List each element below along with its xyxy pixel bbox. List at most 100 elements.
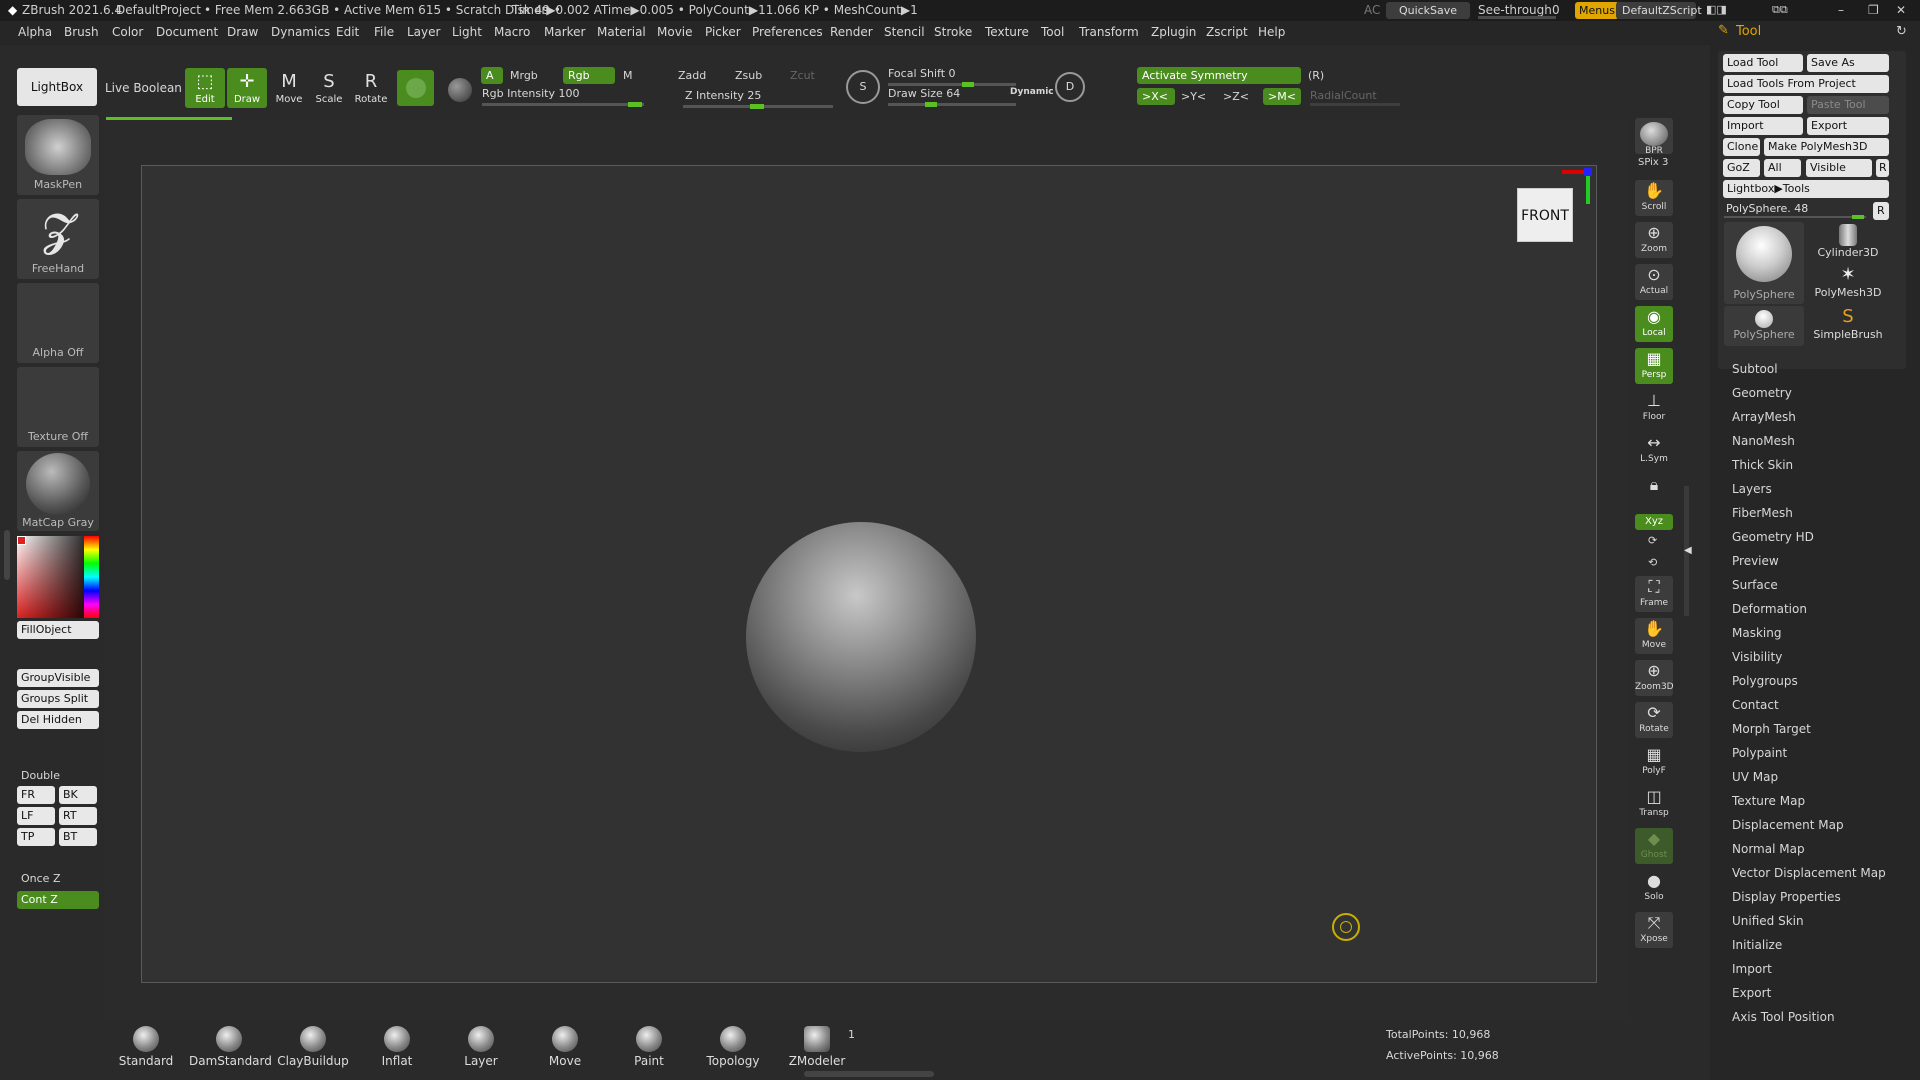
menu-zscript[interactable]: Zscript bbox=[1206, 25, 1248, 39]
subpalette-fibermesh[interactable]: FiberMesh bbox=[1732, 506, 1793, 520]
rotate-mode-button[interactable]: R Rotate bbox=[351, 68, 391, 108]
freehand-stroke-slot[interactable]: 𝓩 FreeHand bbox=[17, 199, 99, 279]
bt-button[interactable]: BT bbox=[59, 828, 97, 846]
xyz-button[interactable]: Xyz bbox=[1635, 514, 1673, 530]
lsym-button[interactable]: ↔ L.Sym bbox=[1635, 432, 1673, 468]
menu-edit[interactable]: Edit bbox=[336, 25, 359, 39]
export-button[interactable]: Export bbox=[1807, 117, 1889, 135]
subpalette-deformation[interactable]: Deformation bbox=[1732, 602, 1807, 616]
subpalette-unified-skin[interactable]: Unified Skin bbox=[1732, 914, 1804, 928]
solo-button[interactable]: ● Solo bbox=[1635, 870, 1673, 906]
material-green-button[interactable] bbox=[397, 70, 434, 106]
menu-document[interactable]: Document bbox=[156, 25, 218, 39]
groups-split-button[interactable]: Groups Split bbox=[17, 690, 99, 708]
subpalette-subtool[interactable]: Subtool bbox=[1732, 362, 1778, 376]
zcut-button[interactable]: Zcut bbox=[790, 69, 815, 82]
maskpen-brush-slot[interactable]: MaskPen bbox=[17, 115, 99, 195]
menus-button[interactable]: Menus bbox=[1575, 2, 1619, 19]
paste-tool-button[interactable]: Paste Tool bbox=[1807, 96, 1889, 114]
menu-file[interactable]: File bbox=[374, 25, 394, 39]
subpalette-preview[interactable]: Preview bbox=[1732, 554, 1779, 568]
subpalette-geometry[interactable]: Geometry bbox=[1732, 386, 1792, 400]
rgb-intensity-knob[interactable] bbox=[628, 102, 642, 107]
see-through-slider[interactable] bbox=[1478, 16, 1556, 19]
brush-damstandard[interactable]: DamStandard bbox=[189, 1022, 272, 1072]
subpalette-texture-map[interactable]: Texture Map bbox=[1732, 794, 1805, 808]
subpalette-thick-skin[interactable]: Thick Skin bbox=[1732, 458, 1793, 472]
goz-visible-button[interactable]: Visible bbox=[1806, 159, 1872, 177]
import-button[interactable]: Import bbox=[1723, 117, 1803, 135]
zoom-button[interactable]: ⊕ Zoom bbox=[1635, 222, 1673, 258]
rt-button[interactable]: RT bbox=[59, 807, 97, 825]
hue-strip[interactable] bbox=[84, 536, 99, 618]
edit-mode-button[interactable]: ⬚ Edit bbox=[185, 68, 225, 108]
symmetry-z-button[interactable]: >Z< bbox=[1223, 90, 1249, 103]
menu-movie[interactable]: Movie bbox=[657, 25, 693, 39]
dynamic-button[interactable]: Dynamic bbox=[1010, 87, 1054, 97]
bottom-tray-handle[interactable] bbox=[804, 1071, 934, 1077]
menu-stroke[interactable]: Stroke bbox=[934, 25, 972, 39]
texture-slot[interactable]: Texture Off bbox=[17, 367, 99, 447]
menu-render[interactable]: Render bbox=[830, 25, 873, 39]
brush-move[interactable]: Move bbox=[525, 1022, 605, 1072]
menu-dynamics[interactable]: Dynamics bbox=[271, 25, 330, 39]
load-tool-button[interactable]: Load Tool bbox=[1723, 54, 1803, 72]
bk-button[interactable]: BK bbox=[59, 786, 97, 804]
persp-button[interactable]: ▦ Persp bbox=[1635, 348, 1673, 384]
activate-symmetry-button[interactable]: Activate Symmetry bbox=[1137, 67, 1301, 84]
subpalette-arraymesh[interactable]: ArrayMesh bbox=[1732, 410, 1796, 424]
subpalette-uv-map[interactable]: UV Map bbox=[1732, 770, 1778, 784]
menu-help[interactable]: Help bbox=[1258, 25, 1285, 39]
color-swatch-main[interactable] bbox=[17, 536, 26, 545]
menu-brush[interactable]: Brush bbox=[64, 25, 99, 39]
groupvisible-button[interactable]: GroupVisible bbox=[17, 669, 99, 687]
bpr-button[interactable]: BPR bbox=[1635, 118, 1673, 156]
subpalette-morph-target[interactable]: Morph Target bbox=[1732, 722, 1811, 736]
spix-label[interactable]: SPix 3 bbox=[1638, 157, 1668, 168]
zoom3d-button[interactable]: ⊕ Zoom3D bbox=[1635, 660, 1674, 696]
subpalette-export[interactable]: Export bbox=[1732, 986, 1771, 1000]
script-button[interactable]: DefaultZScript bbox=[1616, 2, 1702, 19]
menu-layer[interactable]: Layer bbox=[407, 25, 440, 39]
menu-transform[interactable]: Transform bbox=[1079, 25, 1139, 39]
goz-r-button[interactable]: R bbox=[1876, 159, 1889, 177]
polysphere-r-button[interactable]: R bbox=[1873, 202, 1889, 220]
menu-color[interactable]: Color bbox=[112, 25, 143, 39]
s-button[interactable]: S bbox=[846, 70, 880, 104]
polyf-button[interactable]: ▦ PolyF bbox=[1635, 744, 1673, 780]
draw-size-knob[interactable] bbox=[925, 102, 937, 107]
subpalette-polygroups[interactable]: Polygroups bbox=[1732, 674, 1798, 688]
xpose-button[interactable]: ⤧ Xpose bbox=[1635, 912, 1673, 948]
subpalette-axis-tool-position[interactable]: Axis Tool Position bbox=[1732, 1010, 1835, 1024]
thumb-simplebrush[interactable]: S SimpleBrush bbox=[1807, 306, 1889, 346]
palette-refresh-icon[interactable]: ↻ bbox=[1896, 24, 1907, 39]
lightbox-button[interactable]: LightBox bbox=[17, 68, 97, 106]
zadd-button[interactable]: Zadd bbox=[678, 69, 706, 82]
material-gray-button[interactable] bbox=[441, 70, 478, 106]
menu-light[interactable]: Light bbox=[452, 25, 482, 39]
clone-button[interactable]: Clone bbox=[1723, 138, 1760, 156]
make-polymesh3d-button[interactable]: Make PolyMesh3D bbox=[1764, 138, 1889, 156]
polysphere-slider-track[interactable] bbox=[1724, 216, 1866, 218]
subpalette-vector-displacement-map[interactable]: Vector Displacement Map bbox=[1732, 866, 1886, 880]
alpha-slot[interactable]: Alpha Off bbox=[17, 283, 99, 363]
thumb-polymesh3d[interactable]: ✶ PolyMesh3D bbox=[1807, 264, 1889, 304]
move-mode-button[interactable]: M Move bbox=[269, 68, 309, 108]
brush-inflat[interactable]: Inflat bbox=[357, 1022, 437, 1072]
brush-layer[interactable]: Layer bbox=[441, 1022, 521, 1072]
minimize-icon[interactable]: – bbox=[1838, 3, 1844, 17]
goz-button[interactable]: GoZ bbox=[1723, 159, 1760, 177]
rgb-intensity-slider[interactable] bbox=[482, 103, 644, 106]
menu-marker[interactable]: Marker bbox=[544, 25, 585, 39]
mrgb-button[interactable]: Mrgb bbox=[510, 69, 538, 82]
tool-palette-title[interactable]: Tool bbox=[1736, 24, 1761, 39]
brush-paint[interactable]: Paint bbox=[609, 1022, 689, 1072]
rotate3d-button[interactable]: ⟳ Rotate bbox=[1635, 702, 1673, 738]
menu-material[interactable]: Material bbox=[597, 25, 646, 39]
goz-all-button[interactable]: All bbox=[1764, 159, 1801, 177]
focal-shift-slider[interactable] bbox=[888, 83, 1016, 86]
menu-macro[interactable]: Macro bbox=[494, 25, 530, 39]
live-boolean-button[interactable]: Live Boolean bbox=[105, 81, 182, 95]
rotate-z-icon[interactable]: ⟲ bbox=[1648, 556, 1657, 569]
copy-tool-button[interactable]: Copy Tool bbox=[1723, 96, 1803, 114]
